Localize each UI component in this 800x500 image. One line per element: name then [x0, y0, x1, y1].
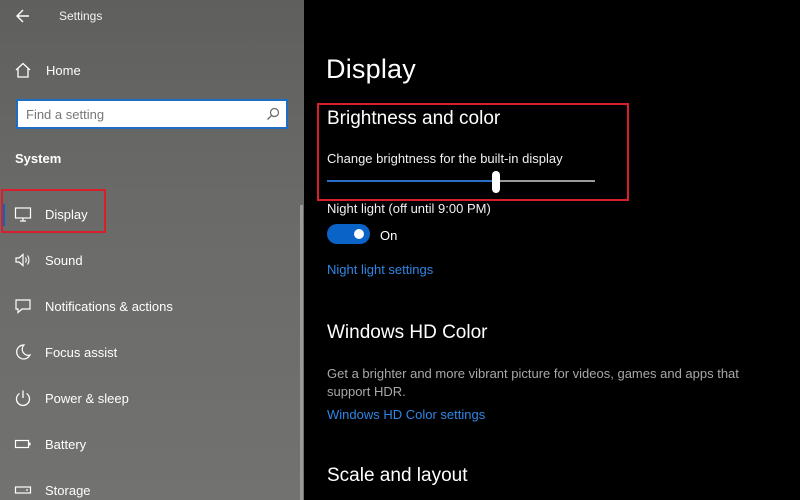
home-icon: [15, 62, 31, 78]
night-light-settings-link[interactable]: Night light settings: [327, 262, 433, 277]
sidebar-item-label: Battery: [45, 437, 87, 452]
main-content: Display Brightness and color Change brig…: [304, 0, 800, 500]
monitor-icon: [14, 207, 32, 222]
sidebar-item-label: Power & sleep: [45, 391, 129, 406]
scale-layout-heading: Scale and layout: [327, 465, 468, 486]
home-label: Home: [46, 63, 81, 78]
slider-thumb[interactable]: [491, 171, 500, 193]
sidebar-item-label: Storage: [45, 483, 91, 498]
sidebar-item-power-sleep[interactable]: Power & sleep: [0, 378, 300, 418]
brightness-heading: Brightness and color: [327, 108, 501, 129]
toggle-knob: [354, 229, 364, 239]
hd-color-description: Get a brighter and more vibrant picture …: [327, 366, 739, 399]
back-arrow-icon: [16, 9, 29, 23]
slider-fill: [327, 180, 496, 182]
power-icon: [15, 390, 31, 407]
speaker-icon: [15, 253, 30, 267]
sidebar-item-label: Display: [45, 207, 88, 222]
hd-color-heading: Windows HD Color: [327, 322, 488, 343]
notification-icon: [15, 299, 31, 314]
sidebar-item-label: Focus assist: [45, 345, 118, 360]
sidebar-item-display[interactable]: Display: [0, 194, 300, 234]
night-light-state: On: [380, 228, 398, 243]
section-title: System: [15, 151, 62, 166]
battery-icon: [14, 439, 31, 449]
moon-icon: [16, 344, 32, 360]
night-light-label: Night light (off until 9:00 PM): [327, 201, 491, 216]
home-link[interactable]: Home: [0, 56, 300, 84]
search-box: [16, 99, 288, 129]
app-title: Settings: [59, 9, 103, 23]
search-input[interactable]: [26, 105, 256, 123]
page-title: Display: [326, 54, 416, 84]
sidebar-item-storage[interactable]: Storage: [0, 470, 300, 500]
active-indicator: [2, 204, 5, 226]
sidebar-item-notifications[interactable]: Notifications & actions: [0, 286, 300, 326]
night-light-toggle[interactable]: [327, 224, 370, 244]
storage-icon: [14, 486, 32, 494]
sidebar-item-battery[interactable]: Battery: [0, 424, 300, 464]
sidebar-scrollbar[interactable]: [300, 205, 303, 500]
sidebar-item-sound[interactable]: Sound: [0, 240, 300, 280]
hd-color-settings-link[interactable]: Windows HD Color settings: [327, 407, 485, 422]
sidebar-item-label: Notifications & actions: [45, 299, 173, 314]
sidebar-item-label: Sound: [45, 253, 83, 268]
brightness-slider[interactable]: [327, 171, 595, 193]
sidebar-item-focus-assist[interactable]: Focus assist: [0, 332, 300, 372]
sidebar: Settings Home System Display: [0, 0, 304, 500]
title-bar: Settings: [0, 0, 304, 34]
brightness-label: Change brightness for the built-in displ…: [327, 151, 563, 166]
search-icon[interactable]: [266, 107, 280, 121]
back-button[interactable]: [10, 6, 34, 26]
